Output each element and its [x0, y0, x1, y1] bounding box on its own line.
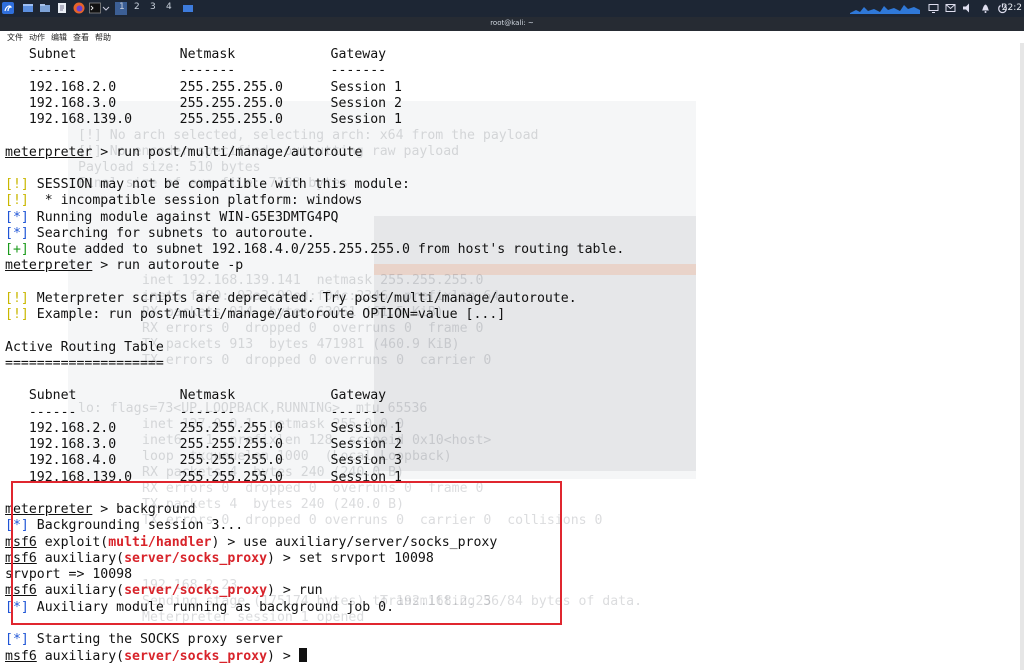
terminal-icon[interactable] [89, 2, 101, 14]
terminal-text: SESSION may not be compatible with this … [28, 177, 410, 192]
terminal-line: 192.168.4.0 255.255.255.0 Session 3 [5, 453, 402, 469]
screen-icon[interactable] [928, 2, 939, 14]
clock: 22:2 [1001, 3, 1022, 13]
status-marker: [!] [5, 193, 29, 209]
bell-icon[interactable] [980, 2, 991, 14]
file-manager-icon[interactable] [39, 2, 51, 14]
mail-icon[interactable] [945, 2, 956, 14]
workspace-2[interactable]: 2 [134, 2, 140, 12]
status-marker: [!] [5, 307, 29, 322]
text-cursor [298, 648, 307, 663]
terminal-line: ==================== [5, 356, 164, 372]
terminal-line: [!] * incompatible session platform: win… [5, 193, 362, 209]
terminal-text: 192.168.3.0 255.255.255.0 Session 2 [5, 95, 402, 111]
terminal-line: meterpreter > run post/multi/manage/auto… [5, 145, 362, 161]
terminal-line: [!] Example: run post/multi/manage/autor… [5, 307, 505, 323]
terminal-line: 192.168.139.0 255.255.255.0 Session 1 [5, 112, 402, 128]
menu-file[interactable]: 文件 [7, 32, 23, 43]
terminal-line: ------ ------- ------- [5, 63, 386, 79]
terminal-text: Active Routing Table [5, 339, 164, 355]
terminal-text: Searching for subnets to autoroute. [28, 225, 315, 241]
terminal-output[interactable]: [!] No arch selected, selecting arch: x6… [0, 43, 1024, 670]
firefox-icon[interactable] [73, 2, 85, 14]
annotation-highlight-box [11, 481, 562, 625]
terminal-line: msf6 auxiliary(server/socks_proxy) > [5, 648, 307, 664]
status-marker: [*] [5, 209, 29, 225]
terminal-line: [+] Route added to subnet 192.168.4.0/25… [5, 242, 624, 258]
terminal-line: 192.168.2.0 255.255.255.0 Session 1 [5, 421, 402, 437]
terminal-text: > run autoroute -p [92, 258, 244, 274]
ghost-line: inet 192.168.139.141 netmask 255.255.255… [142, 273, 484, 288]
kali-menu-icon[interactable] [2, 2, 14, 14]
terminal-text: auxiliary( [36, 649, 125, 665]
ghost-line: TX packets 913 bytes 471981 (460.9 KiB) [142, 337, 460, 352]
terminal-scrollbar[interactable] [1020, 43, 1024, 670]
menu-view[interactable]: 查看 [73, 32, 89, 43]
terminal-line: Active Routing Table [5, 340, 164, 356]
terminal-text: 192.168.3.0 255.255.255.0 Session 2 [5, 437, 402, 452]
terminal-text: Route added to subnet 192.168.4.0/255.25… [28, 242, 625, 257]
terminal-text: 192.168.2.0 255.255.255.0 Session 1 [5, 420, 402, 436]
terminal-line: Subnet Netmask Gateway [5, 47, 386, 63]
ghost-line: Payload size: 510 bytes [78, 160, 261, 175]
workspace-1[interactable]: 1 [119, 2, 125, 12]
status-marker: [!] [5, 290, 29, 306]
status-marker: [+] [5, 242, 29, 257]
terminal-text: Subnet Netmask Gateway [5, 47, 387, 62]
terminal-line: 192.168.3.0 255.255.255.0 Session 2 [5, 96, 402, 112]
terminal-line: ------ ------- ------- [5, 405, 386, 421]
terminal-line: [*] Running module against WIN-G5E3DMTG4… [5, 210, 338, 226]
window-title: root@kali: ~ [490, 19, 534, 27]
menu-bar: 文件 动作 编辑 查看 帮助 [0, 31, 1024, 43]
terminal-line: 192.168.3.0 255.255.255.0 Session 2 [5, 437, 402, 453]
workspace-4[interactable]: 4 [166, 2, 172, 12]
terminal-line: meterpreter > run autoroute -p [5, 258, 243, 274]
prompt-label: meterpreter [5, 258, 93, 274]
menu-edit[interactable]: 编辑 [51, 32, 67, 43]
speaker-icon[interactable] [962, 2, 973, 14]
menu-help[interactable]: 帮助 [95, 32, 111, 43]
terminal-text: > run post/multi/manage/autoroute [92, 144, 363, 160]
status-marker: [*] [5, 632, 29, 647]
terminal-text: 192.168.2.0 255.255.255.0 Session 1 [5, 79, 402, 95]
module-name: server/socks_proxy [124, 649, 268, 665]
terminal-text: Running module against WIN-G5E3DMTG4PQ [28, 209, 339, 225]
terminal-text: Starting the SOCKS proxy server [28, 632, 283, 647]
status-marker: [!] [5, 177, 29, 192]
terminal-line: [*] Searching for subnets to autoroute. [5, 226, 315, 242]
ghost-line: TX errors 0 dropped 0 overruns 0 carrier… [142, 353, 492, 368]
show-desktop-icon[interactable] [22, 2, 34, 14]
terminal-text: 192.168.139.0 255.255.255.0 Session 1 [5, 112, 402, 127]
status-marker: [*] [5, 225, 29, 241]
workspace-3[interactable]: 3 [150, 2, 156, 12]
cpu-graph [850, 5, 920, 14]
terminal-text: Example: run post/multi/manage/autoroute… [28, 307, 506, 322]
window-titlebar[interactable]: root@kali: ~ [0, 17, 1024, 31]
terminal-line: [!] Meterpreter scripts are deprecated. … [5, 291, 577, 307]
ghost-line: [!] No arch selected, selecting arch: x6… [78, 128, 539, 143]
terminal-line: Subnet Netmask Gateway [5, 388, 386, 404]
terminal-text: * incompatible session platform: windows [28, 193, 363, 209]
terminal-text: ==================== [5, 355, 164, 371]
terminal-line: [!] SESSION may not be compatible with t… [5, 177, 410, 193]
terminal-line: [*] Starting the SOCKS proxy server [5, 632, 283, 648]
top-panel: 1 2 3 4 22:2 [0, 0, 1024, 17]
prompt-label: msf6 [5, 649, 37, 665]
terminal-text: Subnet Netmask Gateway [5, 388, 387, 404]
chevron-down-icon[interactable] [102, 2, 110, 14]
ghost-line: RX errors 0 dropped 0 overruns 0 frame 0 [142, 321, 484, 336]
window-icon[interactable] [182, 2, 194, 14]
terminal-text: 192.168.4.0 255.255.255.0 Session 3 [5, 453, 402, 469]
text-editor-icon[interactable] [56, 2, 68, 14]
terminal-text: ------ ------- ------- [5, 63, 387, 79]
terminal-text: ------ ------- ------- [5, 404, 387, 420]
terminal-text: Meterpreter scripts are deprecated. Try … [28, 290, 577, 306]
terminal-text: ) > [267, 649, 299, 665]
terminal-line: 192.168.2.0 255.255.255.0 Session 1 [5, 80, 402, 96]
menu-actions[interactable]: 动作 [29, 32, 45, 43]
prompt-label: meterpreter [5, 144, 93, 160]
